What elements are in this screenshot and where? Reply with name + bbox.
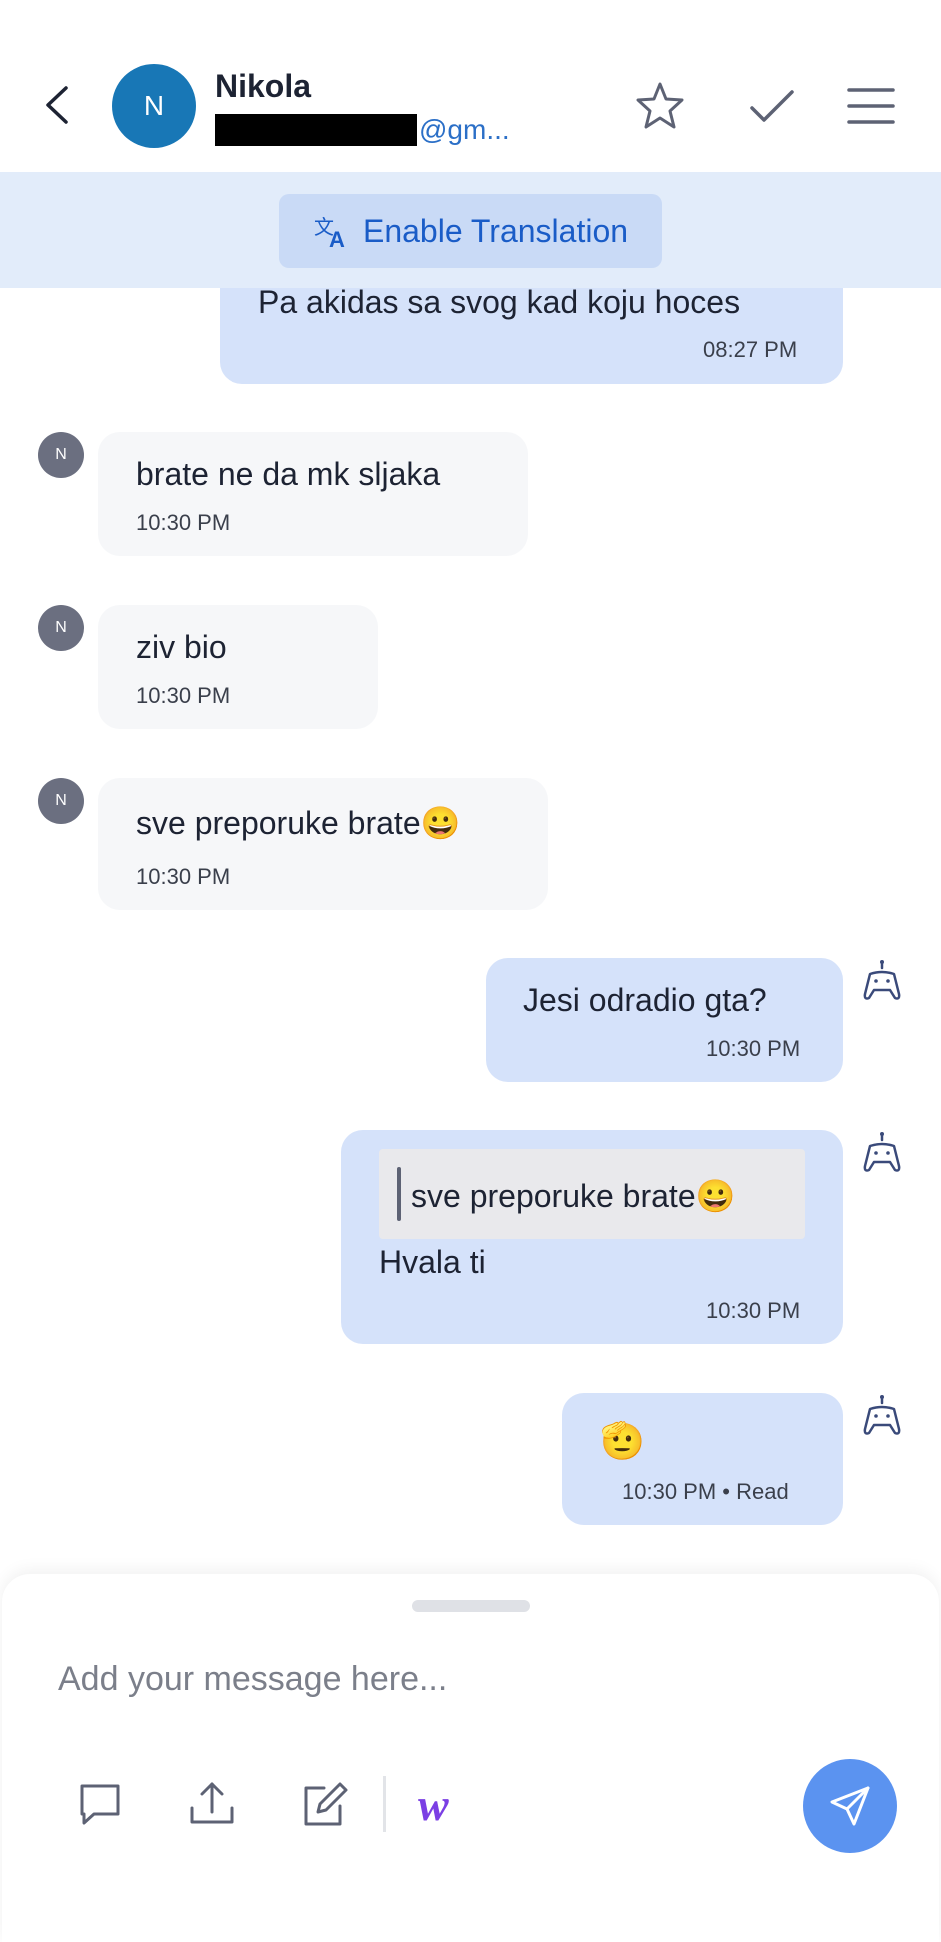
- upload-icon[interactable]: [186, 1778, 238, 1830]
- message-bubble-outgoing[interactable]: [486, 958, 843, 1082]
- star-icon[interactable]: [632, 78, 688, 134]
- message-time: 10:30 PM: [136, 510, 231, 535]
- ai-bot-icon: [863, 1132, 901, 1172]
- sender-avatar[interactable]: N: [38, 605, 84, 651]
- quoted-text: sve preporuke brate😀: [411, 1178, 736, 1214]
- message-text: Jesi odradio gta?: [523, 982, 767, 1018]
- message-text: sve preporuke brate😀: [136, 805, 461, 841]
- enable-translation-button-overlay[interactable]: 文 A Enable Translation: [279, 194, 662, 268]
- message-text: ziv bio: [136, 629, 227, 665]
- sender-avatar[interactable]: N: [38, 432, 84, 478]
- w-app-icon[interactable]: w: [416, 1778, 474, 1830]
- message-time: 10:30 PM: [136, 683, 231, 708]
- send-icon: [830, 1786, 870, 1826]
- message-emoji: 🫡: [600, 1420, 645, 1461]
- ai-bot-icon: [863, 1395, 901, 1435]
- comment-icon[interactable]: [74, 1778, 126, 1830]
- enable-translation-label: Enable Translation: [362, 212, 629, 249]
- contact-name: Nikola: [215, 68, 312, 104]
- message-bubble-incoming[interactable]: [98, 432, 528, 556]
- message-text: brate ne da mk sljaka: [136, 456, 441, 492]
- message-time-read: 10:30 PM • Read: [622, 1479, 789, 1504]
- chat-header: N Nikola @gm...: [0, 0, 941, 172]
- svg-text:w: w: [418, 1779, 449, 1830]
- quote-bar: [397, 1167, 401, 1221]
- toolbar-divider: [383, 1776, 386, 1832]
- ai-bot-icon: [863, 960, 901, 1000]
- message-composer: [2, 1574, 939, 1942]
- message-text: Pa akidas sa svog kad koju hoces: [258, 284, 741, 320]
- message-bubble-incoming[interactable]: [98, 605, 378, 729]
- message-time: 10:30 PM: [706, 1036, 801, 1061]
- message-time: 10:30 PM: [136, 864, 231, 889]
- checkmark-icon[interactable]: [744, 78, 800, 134]
- contact-email: @gm...: [215, 114, 510, 146]
- send-button[interactable]: [803, 1759, 897, 1853]
- svg-text:A: A: [329, 227, 345, 250]
- translate-icon: 文 A: [314, 215, 345, 250]
- edit-icon[interactable]: [298, 1778, 350, 1830]
- message-time: 10:30 PM: [706, 1298, 801, 1323]
- menu-icon[interactable]: [843, 78, 899, 134]
- message-bubble-incoming[interactable]: [98, 778, 548, 910]
- redaction-bar: [215, 114, 417, 146]
- back-arrow-icon[interactable]: [38, 80, 78, 130]
- drag-handle[interactable]: [412, 1600, 530, 1612]
- sender-avatar[interactable]: N: [38, 778, 84, 824]
- message-time: 08:27 PM: [703, 337, 798, 362]
- contact-avatar[interactable]: N: [112, 64, 196, 148]
- message-text: Hvala ti: [379, 1244, 486, 1280]
- message-input[interactable]: [56, 1648, 660, 1710]
- email-text: @gm...: [419, 114, 510, 145]
